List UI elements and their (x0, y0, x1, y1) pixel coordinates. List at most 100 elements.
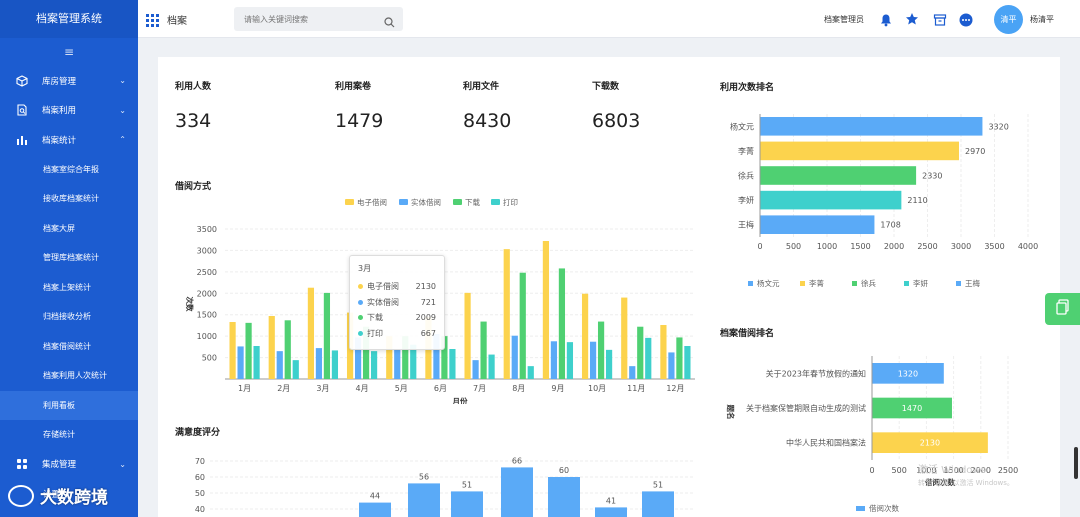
tooltip-rows: 电子借阅 2130 实体借阅 721 下载 2009 打印 667 (358, 279, 436, 341)
x-tick-label: 11月 (627, 384, 645, 393)
x-tick-label: 7月 (473, 384, 486, 393)
cube-icon (16, 75, 28, 87)
bar-实体借阅 (668, 352, 675, 379)
y-tick-label: 李妍 (738, 195, 754, 205)
bar-打印 (684, 346, 691, 379)
chart-tooltip: 3月 电子借阅 2130 实体借阅 721 下载 2009 打印 667 (349, 255, 445, 350)
sidebar-item-warehouse[interactable]: 库房管理 ⌄ (0, 66, 138, 96)
tooltip-row: 打印 667 (358, 326, 436, 342)
tooltip-series-value: 667 (420, 328, 436, 338)
bar-下载 (323, 292, 331, 379)
sidebar-item-integration[interactable]: 集成管理 ⌄ (0, 450, 138, 480)
sidebar-item-utilization[interactable]: 档案利用 ⌄ (0, 96, 138, 126)
satisfaction-bar (451, 491, 483, 517)
x-tick-label: 5月 (395, 384, 408, 393)
sidebar-subitem[interactable]: 利用看板 (0, 390, 138, 420)
scrollbar[interactable] (1074, 447, 1078, 479)
sidebar-subitem[interactable]: 档案上架统计 (0, 273, 138, 303)
bar-下载 (597, 321, 605, 379)
bar-打印 (527, 366, 534, 379)
bar-打印 (253, 346, 260, 379)
activate-windows-watermark: 激活 Windows 转到"设置"以激活 Windows。 (918, 461, 1014, 488)
x-tick-label: 2月 (277, 384, 290, 393)
tooltip-series-value: 2130 (415, 282, 436, 292)
y-tick-label: 3500 (197, 225, 217, 234)
search-icon[interactable] (384, 13, 395, 32)
series-dot (358, 330, 363, 336)
sidebar-subitem[interactable]: 档案室综合年报 (0, 155, 138, 185)
data-label: 1320 (898, 369, 918, 378)
chevron-down-icon: ⌄ (119, 459, 126, 469)
x-tick-label: 6月 (434, 384, 447, 393)
bar-实体借阅 (511, 335, 518, 379)
bell-icon[interactable] (879, 12, 893, 31)
star-icon[interactable] (905, 11, 919, 30)
more-icon[interactable] (959, 12, 973, 31)
sidebar-item-label: 档案统计 (42, 135, 77, 146)
tooltip-row: 下载 2009 (358, 310, 436, 326)
bar-实体借阅 (276, 351, 283, 379)
grid-icon (16, 458, 28, 470)
search-box[interactable] (234, 7, 403, 32)
search-input[interactable] (234, 7, 374, 32)
sidebar-subitem[interactable]: 接收库档案统计 (0, 184, 138, 214)
x-axis-label: 月份 (452, 396, 468, 404)
avatar[interactable]: 清平 (994, 5, 1023, 34)
y-tick-label: 关于2023年春节放假的通知 (766, 368, 866, 378)
sidebar-subitem[interactable]: 档案利用人次统计 (0, 361, 138, 391)
bar-实体借阅 (394, 349, 401, 379)
sidebar-subitem[interactable]: 档案借阅统计 (0, 332, 138, 362)
stat-volumes: 利用案卷 1479 (335, 79, 383, 132)
legend-label: 下载 (465, 197, 480, 207)
legend-label: 李妍 (913, 278, 928, 288)
y-tick-label: 60 (195, 473, 205, 482)
sidebar-item-statistics[interactable]: 档案统计 ⌃ (0, 125, 138, 155)
username[interactable]: 杨清平 (1030, 14, 1054, 25)
stat-value: 8430 (463, 110, 512, 132)
data-label: 2130 (920, 439, 940, 448)
legend-label: 徐兵 (861, 278, 876, 288)
y-tick-label: 2500 (197, 268, 217, 277)
stat-value: 1479 (335, 110, 384, 132)
data-label: 51 (462, 480, 472, 489)
sidebar-subitem[interactable]: 归档接收分析 (0, 302, 138, 332)
sidebar-subitem[interactable]: 管理库档案统计 (0, 243, 138, 273)
stat-users: 利用人数 334 (175, 79, 211, 132)
collapse-icon[interactable]: ≡ (0, 38, 138, 66)
float-action-button[interactable] (1045, 293, 1080, 325)
bar-实体借阅 (315, 348, 323, 379)
tooltip-row: 电子借阅 2130 (358, 279, 436, 295)
archive-box-icon[interactable] (933, 12, 947, 31)
tooltip-series-name: 打印 (367, 328, 383, 338)
bar-打印 (488, 354, 495, 379)
satisfaction-bar (359, 502, 391, 517)
bar-下载 (480, 321, 487, 379)
x-tick-label: 2000 (884, 242, 904, 251)
chevron-down-icon: ⌄ (119, 76, 126, 86)
brand-logo-icon (8, 484, 34, 507)
legend-label: 打印 (503, 197, 518, 207)
bar-电子借阅 (268, 316, 275, 379)
stat-label: 下载数 (592, 82, 620, 92)
y-tick-label: 50 (195, 489, 205, 498)
bar-电子借阅 (503, 249, 510, 379)
series-dot (358, 299, 363, 305)
data-label: 66 (512, 457, 522, 465)
x-tick-label: 12月 (666, 384, 684, 393)
x-tick-label: 3000 (951, 242, 971, 251)
bar-打印 (292, 360, 299, 379)
y-tick-label: 关于档案保管期限自动生成的测试 (746, 403, 866, 413)
role-label[interactable]: 档案管理员 (824, 14, 864, 25)
legend-swatch (904, 281, 909, 286)
bar-实体借阅 (629, 366, 636, 379)
watermark-hint: 转到"设置"以激活 Windows。 (918, 479, 1014, 487)
x-tick-label: 3500 (984, 242, 1004, 251)
bar-下载 (558, 268, 566, 379)
legend-label: 王梅 (965, 278, 980, 288)
apps-grid-icon[interactable] (146, 12, 159, 27)
sidebar-subitem[interactable]: 存储统计 (0, 420, 138, 450)
legend-swatch (852, 281, 857, 286)
tooltip-series-value: 2009 (415, 313, 436, 323)
sidebar-subitem[interactable]: 档案大屏 (0, 214, 138, 244)
bar-打印 (449, 349, 456, 379)
